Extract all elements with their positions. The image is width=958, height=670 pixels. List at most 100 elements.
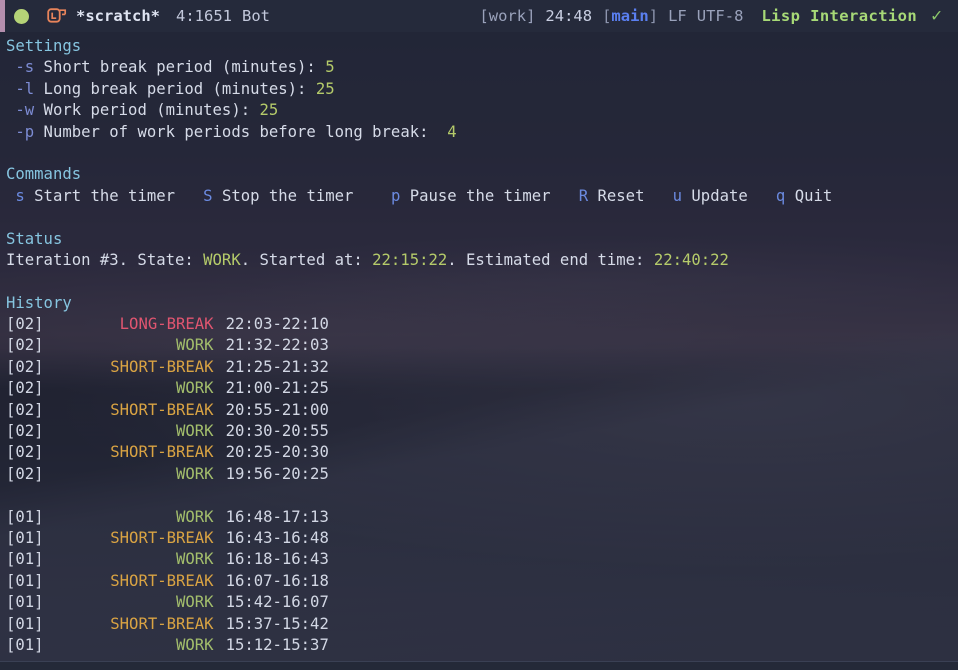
history-iteration: [02] bbox=[6, 379, 44, 398]
status-end-time: 22:40:22 bbox=[653, 250, 729, 269]
modeline-buffer-name[interactable]: *scratch* bbox=[76, 7, 160, 25]
modeline-project-name[interactable]: [work] bbox=[479, 7, 535, 25]
history-heading: History bbox=[6, 293, 72, 312]
settings-row: -s Short break period (minutes): 5 bbox=[6, 57, 958, 78]
modeline-clock: 24:48 bbox=[545, 7, 593, 25]
command-label-pause[interactable]: Pause the timer bbox=[400, 187, 551, 205]
history-iteration: [02] bbox=[6, 464, 44, 483]
history-range: 15:37-15:42 bbox=[225, 614, 329, 633]
setting-value[interactable]: 25 bbox=[260, 101, 279, 119]
setting-flag[interactable]: -l bbox=[15, 80, 34, 98]
command-gap bbox=[551, 187, 579, 205]
history-range: 21:32-22:03 bbox=[225, 336, 329, 355]
status-prefix: Iteration #3. State: bbox=[6, 250, 204, 269]
setting-flag[interactable]: -s bbox=[15, 58, 34, 76]
modeline-cursor-position: 4:1651 bbox=[176, 7, 232, 25]
setting-flag[interactable]: -p bbox=[15, 123, 34, 141]
modeline-eol-type[interactable]: LF bbox=[668, 7, 687, 25]
history-row: [02] WORK 19:56-20:25 bbox=[6, 464, 958, 485]
command-key-quit[interactable]: q bbox=[776, 187, 785, 205]
status-current-state: WORK bbox=[203, 250, 241, 269]
modeline-major-mode[interactable]: Lisp Interaction bbox=[761, 7, 917, 25]
command-gap bbox=[353, 187, 391, 205]
history-iteration: [01] bbox=[6, 507, 44, 526]
history-range: 16:07-16:18 bbox=[225, 571, 329, 590]
history-state: WORK bbox=[176, 507, 214, 526]
status-line: Iteration #3. State: WORK. Started at: 2… bbox=[6, 250, 958, 271]
modeline-right-group: [work] 24:48 [main] LF UTF-8 Lisp Intera… bbox=[479, 5, 958, 26]
echo-area bbox=[0, 661, 958, 670]
modeline: *scratch* 4:1651 Bot [work] 24:48 [main]… bbox=[0, 0, 958, 32]
history-state: SHORT-BREAK bbox=[110, 357, 214, 376]
history-range: 20:30-20:55 bbox=[225, 422, 329, 441]
setting-value[interactable]: 4 bbox=[447, 123, 456, 141]
emacs-frame: *scratch* 4:1651 Bot [work] 24:48 [main]… bbox=[0, 0, 958, 670]
setting-label: Number of work periods before long break… bbox=[34, 122, 448, 141]
history-range: 21:00-21:25 bbox=[225, 379, 329, 398]
command-label-quit[interactable]: Quit bbox=[785, 187, 833, 205]
command-label-stop[interactable]: Stop the timer bbox=[213, 187, 353, 205]
command-label-reset[interactable]: Reset bbox=[588, 187, 645, 205]
history-iteration: [01] bbox=[6, 550, 44, 569]
history-state: WORK bbox=[176, 635, 214, 654]
history-row: [01] SHORT-BREAK 16:07-16:18 bbox=[6, 571, 958, 592]
command-key-pause[interactable]: p bbox=[391, 187, 400, 205]
command-key-update[interactable]: u bbox=[673, 187, 682, 205]
history-range: 16:43-16:48 bbox=[225, 528, 329, 547]
history-iteration: [02] bbox=[6, 336, 44, 355]
status-middle: . Started at: bbox=[240, 250, 373, 269]
command-gap bbox=[748, 187, 776, 205]
history-iteration: [01] bbox=[6, 528, 44, 547]
command-label-update[interactable]: Update bbox=[682, 187, 747, 205]
history-range: 20:55-21:00 bbox=[225, 400, 329, 419]
history-state: SHORT-BREAK bbox=[110, 400, 214, 419]
history-iteration: [01] bbox=[6, 593, 44, 612]
history-row: [02] WORK 20:30-20:55 bbox=[6, 421, 958, 442]
history-range: 16:18-16:43 bbox=[225, 550, 329, 569]
history-row: [01] WORK 16:18-16:43 bbox=[6, 549, 958, 570]
modeline-vc-branch[interactable]: main bbox=[611, 7, 648, 25]
history-range: 15:12-15:37 bbox=[225, 635, 329, 654]
command-key-stop[interactable]: S bbox=[203, 187, 212, 205]
setting-flag[interactable]: -w bbox=[15, 101, 34, 119]
history-row: [02] SHORT-BREAK 21:25-21:32 bbox=[6, 357, 958, 378]
setting-label: Work period (minutes): bbox=[34, 101, 260, 120]
checkmark-icon: ✓ bbox=[931, 5, 942, 26]
scratch-buffer-content[interactable]: Settings -s Short break period (minutes)… bbox=[0, 32, 958, 661]
history-state: WORK bbox=[176, 379, 214, 398]
command-key-start[interactable]: s bbox=[15, 187, 24, 205]
settings-rows: -s Short break period (minutes): 5 -l Lo… bbox=[6, 57, 958, 143]
history-range: 16:48-17:13 bbox=[225, 507, 329, 526]
history-range: 21:25-21:32 bbox=[225, 357, 329, 376]
modeline-encoding[interactable]: UTF-8 bbox=[697, 7, 744, 25]
history-row: [02] SHORT-BREAK 20:25-20:30 bbox=[6, 442, 958, 463]
history-state: SHORT-BREAK bbox=[110, 528, 214, 547]
history-row: [02] SHORT-BREAK 20:55-21:00 bbox=[6, 400, 958, 421]
history-range: 20:25-20:30 bbox=[225, 443, 329, 462]
history-state: WORK bbox=[176, 422, 214, 441]
history-iteration: [01] bbox=[6, 635, 44, 654]
history-row: [01] WORK 16:48-17:13 bbox=[6, 507, 958, 528]
history-iteration: [02] bbox=[6, 400, 44, 419]
history-state: WORK bbox=[176, 593, 214, 612]
history-state: SHORT-BREAK bbox=[110, 571, 214, 590]
modeline-scroll-state: Bot bbox=[242, 7, 270, 25]
modeline-branch-bracket-open: [ bbox=[602, 7, 612, 25]
commands-heading: Commands bbox=[6, 165, 82, 184]
setting-label: Short break period (minutes): bbox=[34, 58, 326, 77]
settings-row: -w Work period (minutes): 25 bbox=[6, 100, 958, 121]
history-range: 19:56-20:25 bbox=[225, 464, 329, 483]
settings-row: -p Number of work periods before long br… bbox=[6, 122, 958, 143]
command-gap bbox=[644, 187, 672, 205]
history-state: WORK bbox=[176, 550, 214, 569]
command-label-start[interactable]: Start the timer bbox=[25, 187, 175, 205]
history-state: SHORT-BREAK bbox=[110, 443, 214, 462]
setting-value[interactable]: 25 bbox=[316, 80, 335, 98]
command-key-reset[interactable]: R bbox=[579, 187, 588, 205]
lisp-mode-icon bbox=[47, 7, 67, 25]
history-iteration: [02] bbox=[6, 422, 44, 441]
setting-value[interactable]: 5 bbox=[325, 58, 334, 76]
